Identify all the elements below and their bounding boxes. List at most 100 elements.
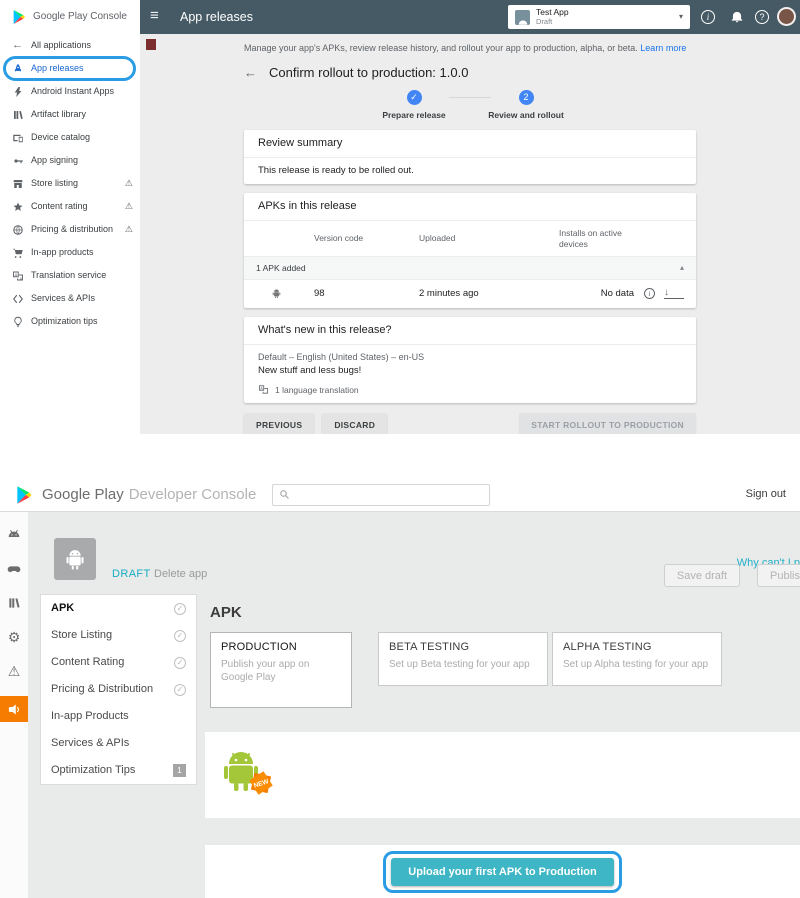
app-selector[interactable]: Test App Draft ▾ — [508, 5, 690, 29]
sidebar-item-app-signing[interactable]: App signing — [0, 149, 140, 172]
hamburger-menu-icon[interactable]: ≡ — [150, 7, 159, 25]
sidebar-item-artifact-library[interactable]: Artifact library — [0, 103, 140, 126]
nav-item-in-app-products[interactable]: In-app Products — [41, 703, 196, 730]
step-check-icon: ✓ — [407, 90, 422, 105]
red-marker — [146, 39, 156, 50]
search-icon — [279, 489, 290, 500]
sidebar-item-pricing-distribution[interactable]: Pricing & distribution ⚠ — [0, 218, 140, 241]
sidebar-item-content-rating[interactable]: Content rating ⚠ — [0, 195, 140, 218]
uploaded-value: 2 minutes ago — [419, 288, 559, 299]
library-icon — [11, 108, 24, 121]
sidebar-item-translation-service[interactable]: Aa Translation service — [0, 264, 140, 287]
release-notes-text: New stuff and less bugs! — [258, 365, 682, 376]
search-input[interactable] — [296, 489, 483, 500]
card-title: APKs in this release — [244, 193, 696, 221]
notifications-bell-icon[interactable] — [730, 9, 744, 24]
tab-beta-testing[interactable]: BETA TESTING Set up Beta testing for you… — [378, 632, 548, 686]
svg-text:a: a — [19, 276, 21, 280]
info-icon[interactable]: i — [701, 10, 715, 24]
collapse-arrow-icon: ▴ — [680, 263, 684, 273]
sign-out-link[interactable]: Sign out — [746, 488, 786, 501]
nav-item-optimization-tips[interactable]: Optimization Tips 1 — [41, 757, 196, 784]
sidebar-item-label: Optimization tips — [31, 316, 98, 327]
sidebar-item-label: Artifact library — [31, 109, 86, 120]
library-books-icon[interactable] — [5, 594, 23, 612]
android-apps-icon[interactable] — [5, 526, 23, 544]
key-icon — [11, 154, 24, 167]
warning-icon: ⚠ — [125, 224, 133, 235]
save-draft-button[interactable]: Save draft — [664, 564, 740, 587]
nav-item-pricing-distribution[interactable]: Pricing & Distribution ✓ — [41, 676, 196, 703]
intro-text: Manage your app's APKs, review release h… — [244, 34, 696, 54]
nav-item-apk[interactable]: APK ✓ — [41, 595, 196, 622]
google-play-console-logo[interactable]: Google Play Console — [0, 0, 140, 34]
content-panel-upper: NEW — [205, 732, 800, 818]
star-icon — [11, 200, 24, 213]
translation-summary: A 1 language translation — [258, 384, 682, 395]
sidebar-item-app-releases[interactable]: App releases — [0, 57, 140, 80]
upload-first-apk-button[interactable]: Upload your first APK to Production — [391, 858, 613, 886]
sidebar-item-android-instant-apps[interactable]: Android Instant Apps — [0, 80, 140, 103]
tab-alpha-testing[interactable]: ALPHA TESTING Set up Alpha testing for y… — [552, 632, 722, 686]
sidebar-item-label: Content rating — [31, 201, 88, 212]
warning-icon: ⚠ — [125, 201, 133, 212]
apks-card: APKs in this release Version code Upload… — [244, 193, 696, 308]
nav-item-services-apis[interactable]: Services & APIs — [41, 730, 196, 757]
apk-group-row[interactable]: 1 APK added ▴ — [244, 256, 696, 280]
content-panel-lower: Upload your first APK to Production — [205, 845, 800, 898]
nav-item-store-listing[interactable]: Store Listing ✓ — [41, 622, 196, 649]
publish-button[interactable]: Publish — [757, 564, 800, 587]
sidebar-item-services-apis[interactable]: Services & APIs — [0, 287, 140, 310]
download-icon[interactable]: ↓ — [664, 288, 684, 299]
cart-icon — [11, 246, 24, 259]
step-prepare-release[interactable]: ✓ Prepare release — [379, 90, 449, 120]
previous-button[interactable]: PREVIOUS — [244, 413, 314, 434]
sidebar-item-label: Translation service — [31, 270, 106, 281]
rocket-icon — [11, 62, 24, 75]
tab-production[interactable]: PRODUCTION Publish your app on Google Pl… — [210, 632, 352, 708]
announcements-megaphone-icon[interactable] — [0, 696, 28, 722]
sidebar-item-in-app-products[interactable]: In-app products — [0, 241, 140, 264]
sidebar-item-label: App releases — [31, 63, 84, 74]
apk-info-icon[interactable]: i — [644, 288, 655, 299]
avatar[interactable] — [777, 7, 796, 26]
learn-more-link[interactable]: Learn more — [640, 43, 686, 53]
games-gamepad-icon[interactable] — [5, 560, 23, 578]
step-number: 2 — [519, 90, 534, 105]
sidebar-item-label: Services & APIs — [31, 293, 95, 304]
app-default-icon — [515, 10, 530, 25]
delete-app-link[interactable]: Delete app — [154, 568, 207, 581]
card-title: Review summary — [244, 130, 696, 158]
sidebar-item-optimization-tips[interactable]: Optimization tips — [0, 310, 140, 333]
android-mascot: NEW — [219, 746, 273, 796]
stepper: ✓ Prepare release 2 Review and rollout — [244, 90, 696, 120]
svg-text:A: A — [260, 387, 263, 391]
settings-gear-icon[interactable]: ⚙ — [5, 628, 23, 646]
android-icon — [256, 287, 314, 300]
sidebar-item-all-applications[interactable]: ← All applications — [0, 34, 140, 57]
help-icon[interactable]: ? — [755, 10, 769, 24]
step-review-rollout[interactable]: 2 Review and rollout — [491, 90, 561, 120]
start-rollout-button[interactable]: START ROLLOUT TO PRODUCTION — [519, 413, 696, 434]
sidebar-item-label: Device catalog — [31, 132, 90, 143]
discard-button[interactable]: DISCARD — [322, 413, 387, 434]
code-brackets-icon — [11, 292, 24, 305]
logo-text-secondary: Developer Console — [129, 486, 257, 504]
release-notes-locale: Default – English (United States) – en-U… — [258, 352, 682, 363]
sidebar-item-store-listing[interactable]: Store listing ⚠ — [0, 172, 140, 195]
back-button[interactable]: ← — [244, 65, 257, 81]
column-uploaded: Uploaded — [419, 233, 559, 243]
storefront-icon — [11, 177, 24, 190]
new-console-header: Google Play Console ≡ App releases Test … — [0, 0, 800, 34]
alerts-warning-icon[interactable]: ⚠ — [5, 662, 23, 680]
check-circle-icon: ✓ — [174, 603, 186, 615]
new-console-sidebar: ← All applications App releases Android … — [0, 34, 140, 478]
apk-tabs: PRODUCTION Publish your app on Google Pl… — [210, 632, 722, 708]
old-console-nav: APK ✓ Store Listing ✓ Content Rating ✓ P… — [40, 594, 197, 785]
old-console-content: DRAFT Delete app Why can't I p Save draf… — [28, 512, 800, 898]
sidebar-item-device-catalog[interactable]: Device catalog — [0, 126, 140, 149]
nav-item-content-rating[interactable]: Content Rating ✓ — [41, 649, 196, 676]
svg-text:A: A — [14, 271, 17, 276]
check-circle-icon: ✓ — [174, 684, 186, 696]
sidebar-item-label: Store listing — [31, 178, 78, 189]
